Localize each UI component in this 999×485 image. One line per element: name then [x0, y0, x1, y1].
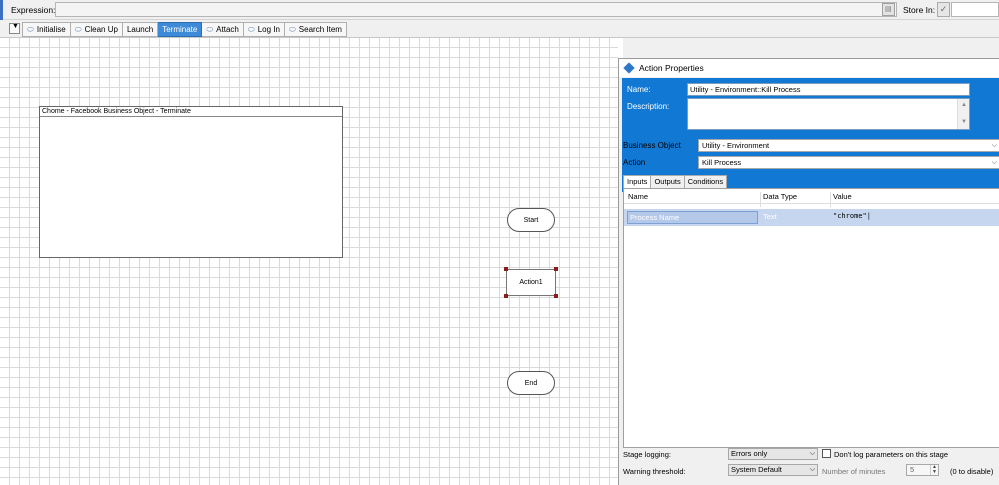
process-block[interactable]: Chome - Facebook Business Object - Termi…	[39, 106, 343, 258]
minutes-stepper[interactable]: 5 ▲ ▼	[906, 464, 939, 476]
dialog-titlebar[interactable]: Action Properties	[619, 59, 999, 77]
action-label: Action	[623, 158, 646, 167]
scroll-down-icon: ▼	[961, 119, 967, 125]
tab-outputs[interactable]: Outputs	[650, 175, 685, 188]
tab-label: Log In	[257, 25, 280, 34]
process-canvas[interactable]: Chome - Facebook Business Object - Termi…	[0, 38, 618, 485]
dialog-title: Action Properties	[639, 63, 704, 73]
chevron-down-icon: ⌵	[809, 450, 815, 457]
value-cell[interactable]: "chrome"|	[833, 212, 871, 220]
action-stage[interactable]: Action1	[506, 269, 556, 296]
business-object-label: Business Object	[623, 141, 681, 150]
text-cursor: |	[866, 212, 871, 220]
description-input[interactable]: ▲ ▼	[687, 98, 970, 130]
dropdown-arrow-icon: ▼	[12, 23, 19, 30]
action-value: Kill Process	[702, 158, 742, 167]
expression-input[interactable]	[55, 2, 897, 17]
business-object-select[interactable]: Utility - Environment ⌵	[698, 139, 999, 152]
warning-threshold-value: System Default	[731, 465, 782, 474]
page-icon: ⬭	[288, 24, 296, 34]
description-scrollbar[interactable]: ▲ ▼	[957, 99, 969, 129]
tab-label: Initialise	[36, 25, 66, 34]
page-tabs: ⬭ Initialise ⬭ Clean Up Launch Terminate ⬭ Atta…	[22, 22, 347, 37]
warning-threshold-label: Warning threshold:	[623, 467, 686, 476]
ellipsis-icon: ▤	[885, 6, 892, 13]
page-dropdown-button[interactable]: ▼	[9, 23, 20, 34]
name-input[interactable]: Utility - Environment::Kill Process	[687, 83, 970, 96]
grid-header: Name Data Type Value	[624, 189, 999, 207]
expression-builder-button[interactable]: ▤	[882, 3, 895, 16]
resize-handle-bottom-left[interactable]	[504, 294, 508, 298]
expression-bar: Expression: ▤ Store In: ✓	[0, 0, 999, 20]
column-name-header[interactable]: Name	[628, 192, 648, 201]
tab-label: Attach	[216, 25, 239, 34]
tab-terminate[interactable]: Terminate	[158, 22, 203, 37]
page-icon: ⬭	[27, 24, 34, 34]
tab-label: Search Item	[298, 25, 342, 34]
store-in-input[interactable]	[951, 2, 999, 17]
tab-attach[interactable]: ⬭ Attach	[202, 22, 244, 37]
dont-log-label: Don't log parameters on this stage	[834, 450, 948, 459]
tab-initialise[interactable]: ⬭ Initialise	[22, 22, 71, 37]
tab-label: Launch	[126, 25, 154, 34]
action-select[interactable]: Kill Process ⌵	[698, 156, 999, 169]
expression-label: Expression:	[11, 5, 56, 15]
start-stage[interactable]: Start	[507, 208, 555, 232]
chevron-down-icon: ⌵	[809, 466, 815, 473]
tab-label: Terminate	[162, 25, 198, 34]
business-object-value: Utility - Environment	[702, 141, 770, 150]
value-text: "chrome"	[833, 212, 867, 220]
stage-logging-select[interactable]: Errors only ⌵	[728, 448, 818, 460]
store-in-check-icon[interactable]: ✓	[937, 2, 950, 17]
page-tab-bar: ▼ ⬭ Initialise ⬭ Clean Up Launch Terminate ⬭ At…	[0, 20, 999, 38]
inputs-grid: Name Data Type Value Process Name Text "…	[623, 188, 999, 448]
stepper-arrows-icon[interactable]: ▲ ▼	[930, 465, 938, 475]
page-icon: ⬭	[74, 24, 82, 34]
data-type-cell: Text	[763, 212, 777, 221]
property-tabs: Inputs Outputs Conditions	[623, 175, 728, 189]
chevron-down-icon: ⌵	[991, 142, 997, 149]
action-icon	[623, 62, 635, 74]
column-separator	[760, 192, 761, 207]
tab-conditions[interactable]: Conditions	[683, 175, 728, 188]
column-separator	[830, 192, 831, 207]
name-label: Name:	[627, 85, 651, 94]
end-stage[interactable]: End	[507, 371, 555, 395]
process-name-cell[interactable]: Process Name	[627, 211, 758, 224]
minutes-label: Number of minutes	[822, 467, 886, 476]
tab-label: Clean Up	[84, 25, 118, 34]
tab-launch[interactable]: Launch	[122, 22, 159, 37]
scroll-up-icon: ▲	[961, 102, 967, 108]
resize-handle-top-left[interactable]	[504, 267, 508, 271]
column-value-header[interactable]: Value	[833, 192, 852, 201]
stage-logging-value: Errors only	[731, 449, 768, 458]
action-properties-dialog: Action Properties Name: Utility - Enviro…	[618, 58, 999, 485]
chevron-down-icon: ⌵	[991, 159, 997, 166]
block-title: Chome - Facebook Business Object - Termi…	[40, 107, 342, 117]
stage-logging-label: Stage logging:	[623, 450, 671, 459]
tab-search-item[interactable]: ⬭ Search Item	[284, 22, 347, 37]
tab-inputs[interactable]: Inputs	[623, 175, 652, 189]
column-data-type-header[interactable]: Data Type	[763, 192, 797, 201]
resize-handle-top-right[interactable]	[554, 267, 558, 271]
minutes-value: 5	[910, 465, 915, 474]
window-edge	[0, 0, 3, 20]
page-icon: ⬭	[247, 24, 255, 34]
minutes-hint: (0 to disable)	[950, 467, 994, 476]
dont-log-checkbox[interactable]	[822, 449, 831, 458]
resize-handle-bottom-right[interactable]	[554, 294, 558, 298]
tab-clean-up[interactable]: ⬭ Clean Up	[70, 22, 123, 37]
tab-log-in[interactable]: ⬭ Log In	[243, 22, 285, 37]
store-in-label: Store In:	[903, 5, 936, 15]
page-icon: ⬭	[206, 24, 214, 34]
description-label: Description:	[627, 102, 670, 111]
warning-threshold-select[interactable]: System Default ⌵	[728, 464, 818, 476]
